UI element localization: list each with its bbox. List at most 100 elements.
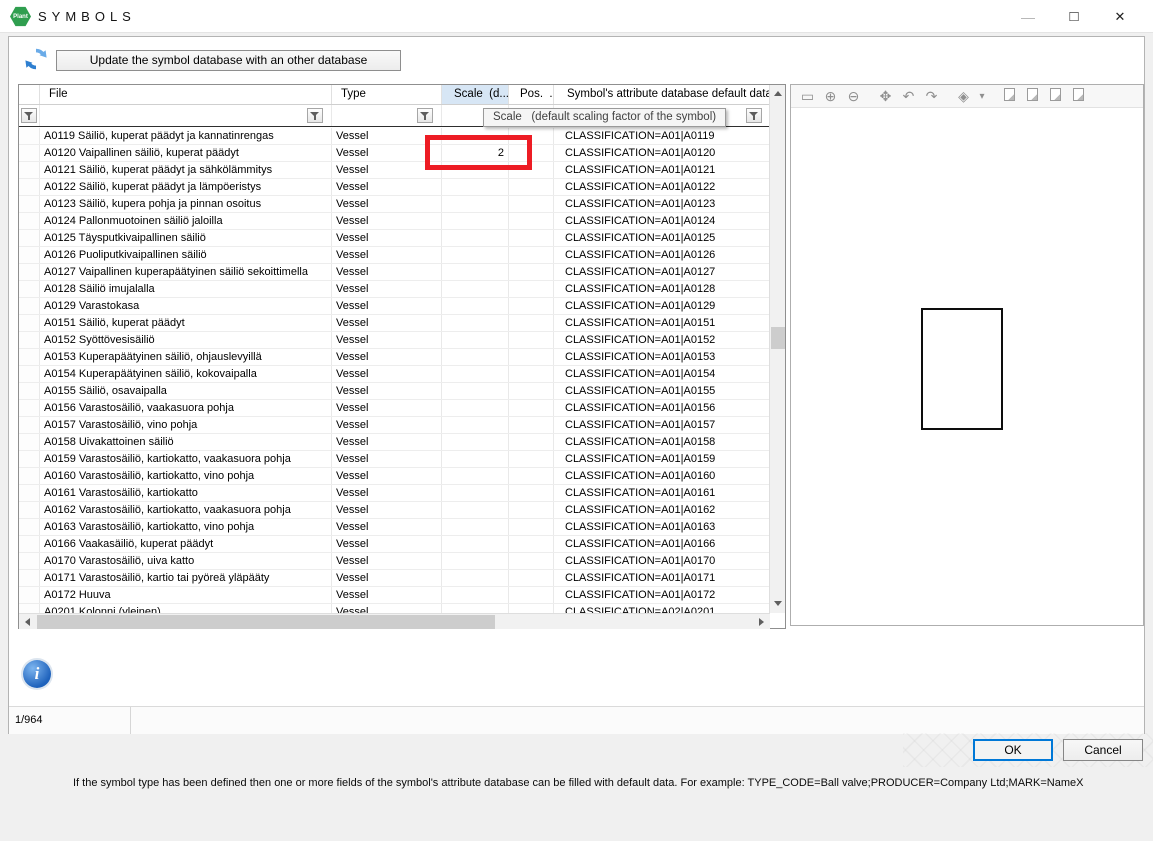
refresh-database-icon[interactable] [23,46,49,72]
table-cell-type: Vessel [332,383,442,399]
table-row[interactable]: A0151 Säiliö, kuperat päädytVesselCLASSI… [19,315,770,332]
table-row[interactable]: A0158 Uivakattoinen säiliöVesselCLASSIFI… [19,434,770,451]
table-cell-rowhdr [19,213,40,229]
table-row[interactable]: A0121 Säiliö, kuperat päädyt ja sähköläm… [19,162,770,179]
table-row[interactable]: A0155 Säiliö, osavaipallaVesselCLASSIFIC… [19,383,770,400]
table-row[interactable]: A0129 VarastokasaVesselCLASSIFICATION=A0… [19,298,770,315]
table-row[interactable]: A0127 Vaipallinen kuperapäätyinen säiliö… [19,264,770,281]
table-body: A0119 Säiliö, kuperat päädyt ja kannatin… [19,128,770,613]
filter-icon-type[interactable] [417,108,433,123]
table-row[interactable]: A0152 SyöttövesisäiliöVesselCLASSIFICATI… [19,332,770,349]
paste-symbol-icon-4[interactable] [1067,88,1090,104]
update-database-button[interactable]: Update the symbol database with an other… [56,50,401,71]
paste-symbol-icon-3[interactable] [1044,88,1067,104]
table-row[interactable]: A0160 Varastosäiliö, kartiokatto, vino p… [19,468,770,485]
table-row[interactable]: A0122 Säiliö, kuperat päädyt ja lämpöeri… [19,179,770,196]
zoom-out-icon[interactable]: ⊖ [842,88,865,105]
table-cell-pos [509,587,554,603]
vertical-scrollbar[interactable] [769,85,785,613]
table-cell-pos [509,264,554,280]
table-cell-rowhdr [19,434,40,450]
table-row[interactable]: A0166 Vaakasäiliö, kuperat päädytVesselC… [19,536,770,553]
preview-canvas[interactable] [791,108,1143,625]
table-cell-attr: CLASSIFICATION=A01|A0121 [554,162,770,178]
table-row[interactable]: A0126 Puoliputkivaipallinen säiliöVessel… [19,247,770,264]
column-header-rowselector[interactable] [19,85,40,104]
column-header-type[interactable]: Type [332,85,442,104]
minimize-button[interactable]: — [1005,0,1051,33]
table-row[interactable]: A0163 Varastosäiliö, kartiokatto, vino p… [19,519,770,536]
table-row[interactable]: A0120 Vaipallinen säiliö, kuperat päädyt… [19,145,770,162]
table-row[interactable]: A0170 Varastosäiliö, uiva kattoVesselCLA… [19,553,770,570]
table-row[interactable]: A0201 Kolonni (yleinen)VesselCLASSIFICAT… [19,604,770,613]
table-cell-attr: CLASSIFICATION=A01|A0122 [554,179,770,195]
table-row[interactable]: A0119 Säiliö, kuperat päädyt ja kannatin… [19,128,770,145]
column-header-file[interactable]: File [40,85,332,104]
table-row[interactable]: A0172 HuuvaVesselCLASSIFICATION=A01|A017… [19,587,770,604]
table-row[interactable]: A0171 Varastosäiliö, kartio tai pyöreä y… [19,570,770,587]
horizontal-scroll-thumb[interactable] [37,615,495,629]
column-header-pos[interactable]: Pos. ... [509,85,554,104]
scroll-left-icon[interactable] [25,618,30,626]
filter-icon-file[interactable] [307,108,323,123]
table-cell-type: Vessel [332,366,442,382]
table-row[interactable]: A0125 Täysputkivaipallinen säiliöVesselC… [19,230,770,247]
table-cell-attr: CLASSIFICATION=A01|A0158 [554,434,770,450]
pan-icon[interactable]: ✥ [874,88,897,105]
table-row[interactable]: A0153 Kuperapäätyinen säiliö, ohjauslevy… [19,349,770,366]
ok-button[interactable]: OK [973,739,1053,761]
rotate-right-icon[interactable]: ↷ [920,88,943,105]
table-row[interactable]: A0123 Säiliö, kupera pohja ja pinnan oso… [19,196,770,213]
paste-symbol-icon-1[interactable] [998,88,1021,104]
table-row[interactable]: A0156 Varastosäiliö, vaakasuora pohjaVes… [19,400,770,417]
scroll-right-icon[interactable] [759,618,764,626]
zoom-in-icon[interactable]: ⊕ [819,88,842,105]
filter-icon-attributes[interactable] [746,108,762,123]
maximize-button[interactable]: □ [1051,0,1097,33]
table-cell-file: A0161 Varastosäiliö, kartiokatto [40,485,332,501]
table-cell-file: A0156 Varastosäiliö, vaakasuora pohja [40,400,332,416]
column-header-scale[interactable]: Scale (d... [442,85,509,104]
table-cell-rowhdr [19,298,40,314]
scroll-up-icon[interactable] [774,91,782,96]
paste-symbol-icon-2[interactable] [1021,88,1044,104]
table-cell-file: A0126 Puoliputkivaipallinen säiliö [40,247,332,263]
table-cell-rowhdr [19,247,40,263]
table-row[interactable]: A0157 Varastosäiliö, vino pohjaVesselCLA… [19,417,770,434]
scroll-down-icon[interactable] [774,601,782,606]
column-header-attributes[interactable]: Symbol's attribute database default data [554,85,770,104]
cancel-button[interactable]: Cancel [1063,739,1143,761]
table-cell-type: Vessel [332,434,442,450]
zoom-window-icon[interactable]: ▭ [796,88,819,105]
table-cell-scale [442,315,509,331]
table-cell-type: Vessel [332,417,442,433]
dropdown-arrow-icon[interactable]: ▾ [975,91,989,102]
table-row[interactable]: A0154 Kuperapäätyinen säiliö, kokovaipal… [19,366,770,383]
table-row[interactable]: A0159 Varastosäiliö, kartiokatto, vaakas… [19,451,770,468]
table-cell-scale [442,519,509,535]
symbol-preview-panel: ▭⊕⊖ ✥↶↷ ◈▾ [790,84,1144,626]
rotate-left-icon[interactable]: ↶ [897,88,920,105]
table-cell-file: A0123 Säiliö, kupera pohja ja pinnan oso… [40,196,332,212]
table-cell-pos [509,179,554,195]
table-row[interactable]: A0161 Varastosäiliö, kartiokattoVesselCL… [19,485,770,502]
table-cell-type: Vessel [332,536,442,552]
horizontal-scrollbar[interactable] [19,613,770,629]
table-cell-rowhdr [19,485,40,501]
center-point-icon[interactable]: ◈ [952,88,975,105]
table-cell-rowhdr [19,366,40,382]
table-cell-file: A0128 Säiliö imujalalla [40,281,332,297]
table-cell-rowhdr [19,570,40,586]
vertical-scroll-thumb[interactable] [771,327,785,349]
table-row[interactable]: A0128 Säiliö imujalallaVesselCLASSIFICAT… [19,281,770,298]
table-row[interactable]: A0162 Varastosäiliö, kartiokatto, vaakas… [19,502,770,519]
table-cell-type: Vessel [332,349,442,365]
table-cell-attr: CLASSIFICATION=A01|A0125 [554,230,770,246]
table-cell-type: Vessel [332,587,442,603]
table-header-row: File Type Scale (d... Pos. ... Symbol's … [19,85,785,105]
filter-icon-rowselector[interactable] [21,108,37,123]
table-cell-file: A0151 Säiliö, kuperat päädyt [40,315,332,331]
main-panel: Update the symbol database with an other… [8,36,1145,734]
close-button[interactable]: ✕ [1097,0,1143,33]
table-row[interactable]: A0124 Pallonmuotoinen säiliö jaloillaVes… [19,213,770,230]
